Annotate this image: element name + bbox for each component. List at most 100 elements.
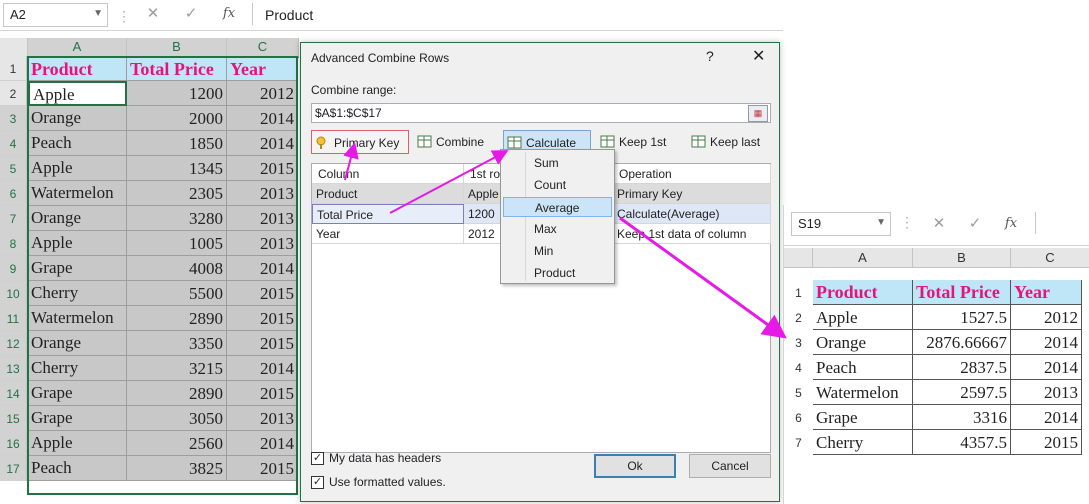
row-header[interactable]: 8 (0, 231, 27, 256)
table-cell[interactable]: 2015 (227, 306, 298, 331)
result-table-cell[interactable]: 2014 (1011, 405, 1082, 430)
table-cell[interactable]: 5500 (127, 281, 227, 306)
row-header[interactable]: 3 (0, 106, 27, 131)
row-header[interactable]: 9 (0, 256, 27, 281)
row-header[interactable]: 13 (0, 356, 27, 381)
result-row-header[interactable]: 4 (784, 355, 813, 380)
table-cell[interactable]: 2015 (227, 156, 298, 181)
result-header-cell[interactable]: Total Price (913, 280, 1011, 305)
table-cell[interactable]: 2014 (227, 106, 298, 131)
result-table-cell[interactable]: 2014 (1011, 355, 1082, 380)
result-table-cell[interactable]: 1527.5 (913, 305, 1011, 330)
table-cell[interactable]: 2014 (227, 431, 298, 456)
result-table-cell[interactable]: Peach (813, 355, 913, 380)
my-data-has-headers-checkbox[interactable]: ✓ (311, 452, 324, 465)
table-cell[interactable]: 2014 (227, 356, 298, 381)
table-cell[interactable]: 4008 (127, 256, 227, 281)
grid-cell-column[interactable]: Total Price (312, 204, 464, 224)
row-header[interactable]: 6 (0, 181, 27, 206)
result-column-header-c[interactable]: C (1011, 248, 1089, 268)
combine-button[interactable]: Combine (414, 130, 494, 154)
keep-last-button[interactable]: Keep last (688, 130, 772, 154)
chevron-down-icon[interactable]: ▼ (876, 217, 886, 228)
grid-header-operation[interactable]: Operation (613, 164, 771, 184)
table-cell[interactable]: 2015 (227, 331, 298, 356)
result-formula-input[interactable] (1035, 212, 1089, 234)
table-cell[interactable]: Peach (28, 456, 127, 481)
row-header[interactable]: 16 (0, 431, 27, 456)
table-cell[interactable]: Apple (28, 431, 127, 456)
table-cell[interactable]: Apple (28, 81, 127, 106)
result-table-cell[interactable]: Grape (813, 405, 913, 430)
result-row-header[interactable]: 5 (784, 380, 813, 405)
ok-button[interactable]: Ok (594, 454, 676, 478)
table-cell[interactable]: Peach (28, 131, 127, 156)
table-cell[interactable]: 2014 (227, 131, 298, 156)
result-table-cell[interactable]: 2015 (1011, 430, 1082, 455)
table-cell[interactable]: 2305 (127, 181, 227, 206)
cancel-button[interactable]: Cancel (689, 454, 771, 478)
column-header-a[interactable]: A (28, 38, 127, 58)
result-column-header-a[interactable]: A (813, 248, 913, 268)
result-table-cell[interactable]: Apple (813, 305, 913, 330)
column-header-b[interactable]: B (127, 38, 227, 58)
table-cell[interactable]: Apple (28, 231, 127, 256)
insert-function-icon[interactable]: fx (218, 4, 240, 24)
table-cell[interactable]: 2013 (227, 206, 298, 231)
result-table-cell[interactable]: 2876.66667 (913, 330, 1011, 355)
menu-item-sum[interactable]: Sum (503, 153, 612, 173)
enter-icon[interactable]: ✓ (964, 214, 986, 234)
insert-function-icon[interactable]: fx (1000, 214, 1022, 234)
table-cell[interactable]: 3215 (127, 356, 227, 381)
row-header[interactable]: 15 (0, 406, 27, 431)
result-table-cell[interactable]: 2013 (1011, 380, 1082, 405)
table-cell[interactable]: 1200 (127, 81, 227, 106)
table-cell[interactable]: 2012 (227, 81, 298, 106)
table-cell[interactable]: 2014 (227, 256, 298, 281)
result-table-cell[interactable]: 2597.5 (913, 380, 1011, 405)
table-cell[interactable]: 1850 (127, 131, 227, 156)
grid-cell-column[interactable]: Product (312, 184, 464, 204)
table-cell[interactable]: Orange (28, 106, 127, 131)
table-cell[interactable]: Grape (28, 256, 127, 281)
use-formatted-values-checkbox[interactable]: ✓ (311, 476, 324, 489)
table-cell[interactable]: 1345 (127, 156, 227, 181)
menu-item-min[interactable]: Min (503, 241, 612, 261)
help-button[interactable]: ? (706, 48, 714, 64)
table-cell[interactable]: 3050 (127, 406, 227, 431)
result-select-all-corner[interactable] (784, 248, 813, 268)
row-header[interactable]: 2 (0, 81, 27, 106)
result-name-box[interactable]: S19 ▼ (791, 212, 891, 236)
result-row-header[interactable]: 2 (784, 305, 813, 330)
combine-range-input[interactable]: $A$1:$C$17 ▦ (311, 103, 771, 123)
table-cell[interactable]: 3350 (127, 331, 227, 356)
row-header[interactable]: 12 (0, 331, 27, 356)
column-header-c[interactable]: C (227, 38, 299, 58)
table-cell[interactable]: 2015 (227, 381, 298, 406)
table-cell[interactable]: 3280 (127, 206, 227, 231)
name-box[interactable]: A2 ▼ (3, 3, 108, 27)
table-cell[interactable]: Apple (28, 156, 127, 181)
result-column-header-b[interactable]: B (913, 248, 1011, 268)
table-cell[interactable]: 2015 (227, 456, 298, 481)
table-cell[interactable]: Orange (28, 206, 127, 231)
select-all-corner[interactable] (0, 38, 28, 57)
table-cell[interactable]: 2013 (227, 231, 298, 256)
table-cell[interactable]: 2013 (227, 181, 298, 206)
grid-cell-operation[interactable]: Keep 1st data of column (613, 224, 771, 244)
row-header[interactable]: 11 (0, 306, 27, 331)
table-cell[interactable]: 1005 (127, 231, 227, 256)
result-row-header[interactable]: 3 (784, 330, 813, 355)
result-table-cell[interactable]: Watermelon (813, 380, 913, 405)
header-cell[interactable]: Year (227, 56, 298, 81)
result-row-header[interactable]: 6 (784, 405, 813, 430)
grid-cell-operation[interactable]: Calculate(Average) (613, 204, 771, 224)
cancel-icon[interactable]: ✕ (928, 214, 950, 234)
primary-key-button[interactable]: Primary Key (311, 130, 409, 154)
row-header[interactable]: 1 (0, 56, 27, 81)
result-table-cell[interactable]: Cherry (813, 430, 913, 455)
result-header-cell[interactable]: Product (813, 280, 913, 305)
table-cell[interactable]: 2890 (127, 381, 227, 406)
table-cell[interactable]: 2013 (227, 406, 298, 431)
grid-cell-operation[interactable]: Primary Key (613, 184, 771, 204)
